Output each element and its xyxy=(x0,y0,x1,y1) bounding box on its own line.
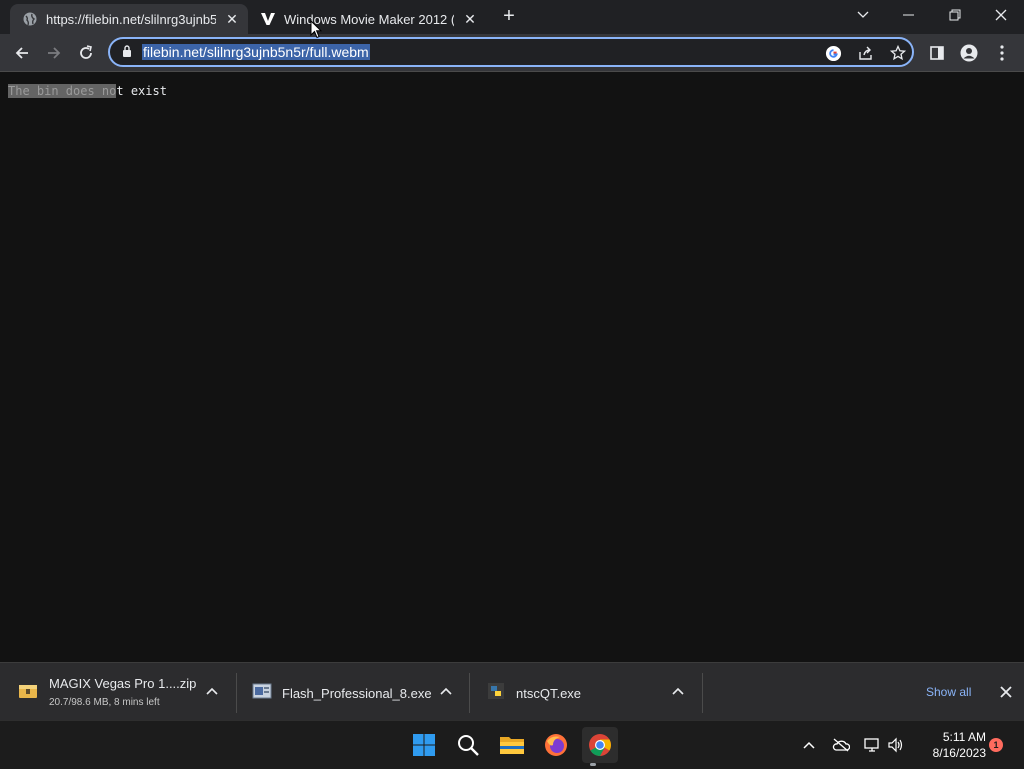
forward-arrow-icon xyxy=(48,47,61,59)
file-explorer-icon[interactable] xyxy=(494,727,530,763)
restore-icon xyxy=(949,9,961,21)
close-icon xyxy=(995,9,1007,21)
address-bar[interactable]: filebin.net/slilnrg3ujnb5n5r/full.webm xyxy=(108,37,914,67)
system-clock[interactable]: 5:11 AM 8/16/2023 xyxy=(912,729,986,761)
download-filename: Flash_Professional_8.exe xyxy=(282,686,432,701)
windows-start-icon[interactable] xyxy=(406,727,442,763)
restore-button[interactable] xyxy=(932,0,978,30)
mouse-cursor-icon xyxy=(310,19,323,44)
toolbar-divider xyxy=(0,71,1024,72)
notification-badge[interactable]: 1 xyxy=(989,738,1003,752)
clock-time: 5:11 AM xyxy=(942,730,986,744)
download-item[interactable]: ntscQT.exe xyxy=(486,663,702,721)
url-text[interactable]: filebin.net/slilnrg3ujnb5n5r/full.webm xyxy=(142,44,370,60)
google-lens-icon[interactable] xyxy=(824,44,842,62)
reload-button[interactable] xyxy=(71,38,101,68)
search-icon[interactable] xyxy=(450,727,486,763)
tab-title: https://filebin.net/slilnrg3ujnb5n5r/ful… xyxy=(46,11,216,27)
close-tab-icon[interactable]: ✕ xyxy=(462,11,478,27)
tab-search-button[interactable] xyxy=(840,0,886,30)
side-panel-button[interactable] xyxy=(922,38,952,68)
download-separator xyxy=(469,673,470,713)
kebab-menu-icon xyxy=(1000,45,1004,61)
volume-icon[interactable] xyxy=(886,735,906,755)
lock-icon[interactable] xyxy=(122,45,132,63)
bookmark-star-icon[interactable] xyxy=(889,44,907,62)
download-shelf: MAGIX Vegas Pro 1....zip 20.7/98.6 MB, 8… xyxy=(0,662,1024,721)
browser-toolbar: filebin.net/slilnrg3ujnb5n5r/full.webm xyxy=(0,34,1024,72)
chevron-up-icon[interactable] xyxy=(204,683,220,699)
download-separator xyxy=(702,673,703,713)
globe-icon xyxy=(22,11,38,27)
download-item[interactable]: Flash_Professional_8.exe xyxy=(252,663,468,721)
back-arrow-icon xyxy=(15,47,28,59)
clock-date: 8/16/2023 xyxy=(932,746,986,760)
chevron-down-icon xyxy=(857,11,869,18)
tab-movie-maker[interactable]: Windows Movie Maker 2012 (16.4.3528.0331… xyxy=(248,4,486,34)
download-status: 20.7/98.6 MB, 8 mins left xyxy=(49,697,160,708)
download-separator xyxy=(236,673,237,713)
close-icon[interactable] xyxy=(998,684,1014,700)
chevron-up-icon[interactable] xyxy=(438,683,454,699)
menu-button[interactable] xyxy=(987,38,1017,68)
close-tab-icon[interactable]: ✕ xyxy=(224,11,240,27)
reload-icon xyxy=(80,45,92,59)
download-filename: MAGIX Vegas Pro 1....zip xyxy=(49,676,197,691)
show-all-downloads-link[interactable]: Show all xyxy=(926,685,971,699)
forward-button[interactable] xyxy=(39,38,69,68)
zip-archive-icon xyxy=(18,681,38,701)
chevron-up-icon[interactable] xyxy=(670,683,686,699)
download-item[interactable]: MAGIX Vegas Pro 1....zip 20.7/98.6 MB, 8… xyxy=(18,663,236,721)
message-text: t exist xyxy=(116,84,167,98)
onedrive-offline-icon[interactable] xyxy=(831,735,851,755)
vegas-v-icon xyxy=(260,11,276,27)
side-panel-icon xyxy=(930,46,944,60)
profile-icon xyxy=(960,44,978,62)
running-indicator xyxy=(590,763,596,766)
network-icon[interactable] xyxy=(862,735,882,755)
back-button[interactable] xyxy=(7,38,37,68)
page-message: The bin does not exist xyxy=(8,84,167,98)
download-filename: ntscQT.exe xyxy=(516,686,582,701)
python-exe-icon xyxy=(486,681,506,701)
selected-text: The bin does no xyxy=(8,84,117,98)
plus-icon: + xyxy=(503,4,515,27)
minimize-icon xyxy=(903,14,914,16)
installer-icon xyxy=(252,681,272,701)
show-hidden-icons-chevron-icon[interactable] xyxy=(799,735,819,755)
windows-taskbar: 5:11 AM 8/16/2023 1 xyxy=(0,720,1024,769)
chrome-icon[interactable] xyxy=(582,727,618,763)
profile-button[interactable] xyxy=(954,38,984,68)
close-window-button[interactable] xyxy=(978,0,1024,30)
firefox-icon[interactable] xyxy=(538,727,574,763)
new-tab-button[interactable]: + xyxy=(498,5,520,27)
minimize-button[interactable] xyxy=(886,0,932,30)
share-icon[interactable] xyxy=(857,44,875,62)
tab-filebin[interactable]: https://filebin.net/slilnrg3ujnb5n5r/ful… xyxy=(10,4,248,34)
tab-strip: https://filebin.net/slilnrg3ujnb5n5r/ful… xyxy=(0,0,1024,34)
